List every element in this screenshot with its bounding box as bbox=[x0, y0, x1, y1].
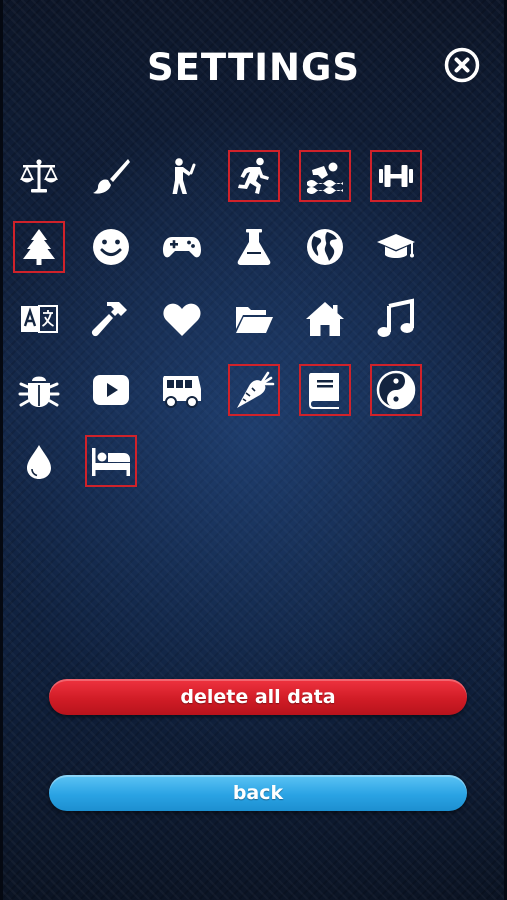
icon-option-running[interactable] bbox=[228, 150, 280, 202]
flask-icon bbox=[237, 229, 271, 265]
icon-option-play[interactable] bbox=[85, 364, 137, 416]
icon-option-heart[interactable] bbox=[156, 293, 208, 345]
carrot-icon bbox=[237, 371, 275, 408]
bug-icon bbox=[18, 376, 60, 407]
home-icon bbox=[306, 302, 344, 336]
icon-option-tree[interactable] bbox=[13, 221, 65, 273]
icon-option-brush[interactable] bbox=[85, 150, 137, 202]
graduation-cap-icon bbox=[377, 234, 415, 258]
water-drop-icon bbox=[27, 445, 51, 479]
screen-edge-left bbox=[0, 0, 3, 900]
bus-icon bbox=[163, 376, 201, 408]
close-button[interactable] bbox=[444, 47, 480, 83]
music-note-icon bbox=[377, 298, 414, 337]
icon-option-bus[interactable] bbox=[156, 364, 208, 416]
swimming-icon bbox=[307, 162, 343, 194]
heart-icon bbox=[163, 303, 201, 336]
icon-option-flask[interactable] bbox=[228, 221, 280, 273]
icon-option-carrot[interactable] bbox=[228, 364, 280, 416]
icon-option-gamepad[interactable] bbox=[156, 221, 208, 273]
icon-option-folder[interactable] bbox=[228, 293, 280, 345]
icon-option-music[interactable] bbox=[370, 293, 422, 345]
book-icon bbox=[309, 373, 339, 409]
back-button[interactable]: back bbox=[49, 775, 467, 811]
translate-icon bbox=[21, 305, 58, 333]
icon-option-bug[interactable] bbox=[13, 364, 65, 416]
stretching-person-icon bbox=[172, 158, 196, 194]
icon-option-swimming[interactable] bbox=[299, 150, 351, 202]
settings-screen: SETTINGS delete all data back bbox=[0, 0, 507, 900]
running-person-icon bbox=[238, 157, 269, 194]
gamepad-icon bbox=[163, 237, 201, 258]
icon-option-book[interactable] bbox=[299, 364, 351, 416]
icon-option-globe[interactable] bbox=[299, 221, 351, 273]
bed-icon bbox=[92, 448, 130, 476]
tree-icon bbox=[23, 229, 55, 265]
close-circle-icon bbox=[444, 47, 480, 83]
icon-option-dumbbell[interactable] bbox=[370, 150, 422, 202]
hammer-icon bbox=[91, 302, 127, 337]
delete-all-data-button[interactable]: delete all data bbox=[49, 679, 467, 715]
icon-option-smiley[interactable] bbox=[85, 221, 137, 273]
page-title: SETTINGS bbox=[147, 46, 360, 89]
icon-option-bed[interactable] bbox=[85, 435, 137, 487]
dumbbell-icon bbox=[379, 165, 413, 187]
icon-option-balance[interactable] bbox=[13, 150, 65, 202]
folder-open-icon bbox=[236, 307, 273, 333]
balance-scale-icon bbox=[20, 159, 58, 193]
yin-yang-icon bbox=[376, 370, 416, 410]
icon-option-stretching[interactable] bbox=[156, 150, 208, 202]
icon-option-hammer[interactable] bbox=[85, 293, 137, 345]
paint-brush-icon bbox=[93, 159, 130, 194]
icon-option-translate[interactable] bbox=[13, 293, 65, 345]
icon-option-graduation[interactable] bbox=[370, 221, 422, 273]
icon-option-yin-yang[interactable] bbox=[370, 364, 422, 416]
smiley-face-icon bbox=[93, 229, 129, 265]
icon-option-home[interactable] bbox=[299, 293, 351, 345]
globe-icon bbox=[307, 229, 343, 265]
play-button-icon bbox=[93, 375, 129, 405]
icon-option-water-drop[interactable] bbox=[13, 435, 65, 487]
